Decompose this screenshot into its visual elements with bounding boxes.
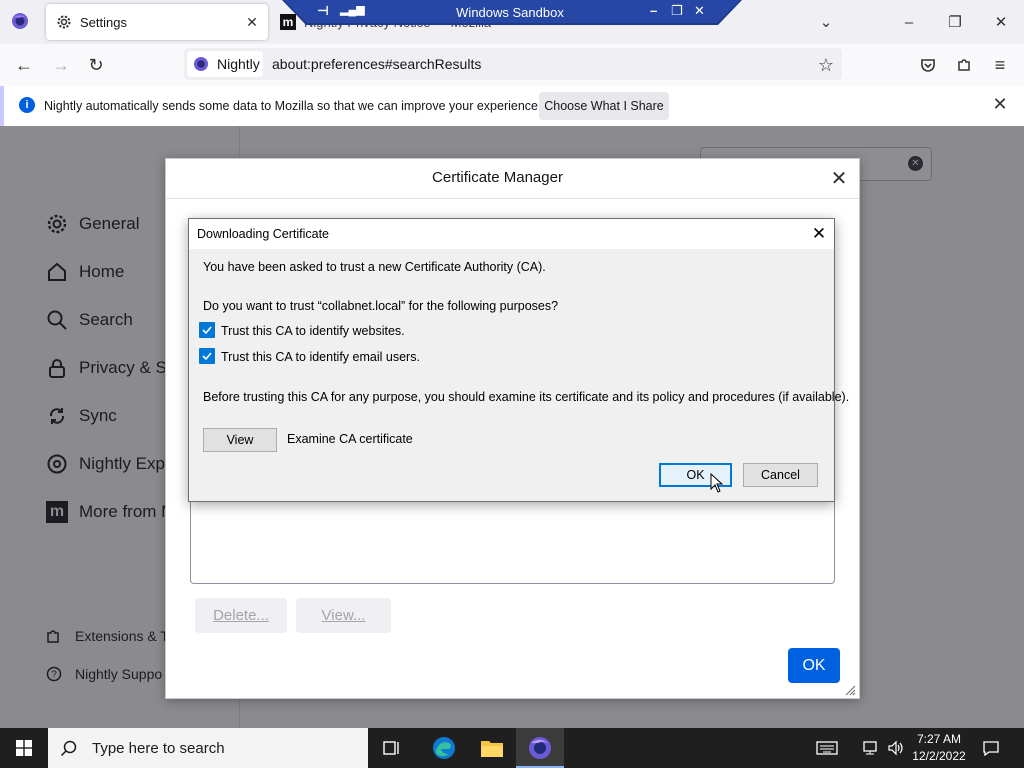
puzzle-icon [45,627,63,645]
back-icon[interactable]: ← [11,52,37,78]
sidebar-link-label: Nightly Suppo [75,666,163,682]
restore-icon[interactable]: ❐ [671,3,683,19]
sidebar-item-more-from-mozilla[interactable]: m More from M [45,498,175,526]
trust-email-label[interactable]: Trust this CA to identify email users. [221,350,420,364]
network-icon[interactable] [860,738,882,758]
pocket-icon[interactable] [915,52,941,78]
firefox-nightly-taskbar-icon[interactable] [516,728,564,768]
sidebar-item-general[interactable]: General [45,210,139,238]
sync-icon [45,404,69,428]
choose-what-i-share-button[interactable]: Choose What I Share [539,92,669,120]
sidebar-item-label: Nightly Expe [79,454,175,473]
minimize-icon[interactable]: – [650,3,657,18]
nightly-icon [193,56,209,72]
sidebar-item-sync[interactable]: Sync [45,402,117,430]
identity-label: Nightly [217,56,260,72]
extensions-puzzle-icon[interactable] [951,52,977,78]
resize-grip-icon[interactable] [844,684,856,696]
close-tab-icon[interactable]: ✕ [242,12,262,32]
search-icon [60,739,78,757]
trust-websites-label[interactable]: Trust this CA to identify websites. [221,324,405,338]
certificate-manager-close-icon[interactable]: ✕ [828,167,850,190]
restore-window-icon[interactable]: ❐ [932,10,978,34]
pin-icon[interactable]: ⊣ [317,3,329,19]
view-ca-certificate-button[interactable]: View [203,428,277,452]
sidebar-link-nightly-support[interactable]: ? Nightly Suppo [45,660,162,688]
file-explorer-icon[interactable] [468,728,516,768]
flask-icon [45,452,69,476]
task-view-icon[interactable] [368,728,416,768]
reload-icon[interactable]: ↻ [83,52,109,78]
title-divider [166,198,859,199]
search-icon [45,308,69,332]
start-button[interactable] [0,728,48,768]
minimize-window-icon[interactable]: – [886,10,932,34]
sandbox-title: Windows Sandbox [456,5,564,20]
lock-icon [45,356,69,380]
certificate-list[interactable] [190,500,835,584]
taskbar-search-placeholder: Type here to search [92,739,225,757]
bookmark-star-icon[interactable]: ☆ [813,52,839,78]
trust-websites-checkbox[interactable] [199,322,215,338]
notification-text: Nightly automatically sends some data to… [44,99,542,113]
tab-list-chevron-down-icon[interactable]: ⌄ [803,10,849,34]
clock-time: 7:27 AM [916,732,962,746]
sidebar-item-search[interactable]: Search [45,306,133,334]
svg-text:?: ? [51,670,57,681]
sidebar-link-label: Extensions & T [75,628,169,644]
gear-icon [45,212,69,236]
close-window-icon[interactable]: ✕ [978,10,1024,34]
forward-icon[interactable]: → [48,52,74,78]
notifications-icon[interactable] [980,738,1002,758]
dialog-title: Downloading Certificate [197,227,330,241]
view-certificate-button[interactable]: View... [296,598,391,633]
tab-label: Settings [80,14,127,30]
sidebar-item-home[interactable]: Home [45,258,124,286]
sidebar-item-label: More from M [79,502,176,521]
firefox-nightly-icon[interactable] [11,12,29,30]
trust-email-checkbox[interactable] [199,348,215,364]
sidebar-item-label: Sync [79,406,117,425]
clear-search-icon[interactable]: ✕ [908,156,923,171]
keyboard-icon[interactable] [815,738,839,758]
certificate-manager-ok-button[interactable]: OK [788,648,840,683]
help-icon: ? [45,665,63,683]
examine-ca-certificate-label: Examine CA certificate [287,432,413,446]
sidebar-item-label: Search [79,310,133,329]
dialog-intro-text: You have been asked to trust a new Certi… [203,260,546,274]
tab-settings[interactable]: Settings ✕ [46,4,268,40]
delete-certificate-button[interactable]: Delete... [195,598,287,633]
url-text[interactable]: about:preferences#searchResults [272,56,481,72]
sidebar-link-extensions-themes[interactable]: Extensions & T [45,622,169,650]
sidebar-item-privacy[interactable]: Privacy & Se [45,354,176,382]
certificate-manager-title: Certificate Manager [432,169,563,186]
dialog-close-icon[interactable]: ✕ [808,223,830,245]
sidebar-item-nightly-experiments[interactable]: Nightly Expe [45,450,174,478]
menu-hamburger-icon[interactable]: ≡ [987,52,1013,78]
taskbar-search-box[interactable]: Type here to search [48,728,368,768]
dialog-question-text: Do you want to trust “collabnet.local” f… [203,299,559,313]
sidebar-item-label: Privacy & Se [79,358,177,377]
close-icon[interactable]: ✕ [694,3,705,19]
identity-box[interactable]: Nightly [187,51,263,77]
notification-close-icon[interactable]: ✕ [990,94,1010,114]
info-icon: i [19,97,35,113]
gear-icon [56,14,72,30]
signal-icon: ▂▄▆ [340,4,365,16]
mouse-cursor-icon [710,473,724,493]
sidebar-item-label: General [79,214,140,233]
system-clock[interactable]: 7:27 AM 12/2/2022 [900,731,978,765]
mozilla-icon: m [45,500,69,524]
edge-icon[interactable] [420,728,468,768]
dialog-advice-text: Before trusting this CA for any purpose,… [203,390,850,404]
home-icon [45,260,69,284]
dialog-cancel-button[interactable]: Cancel [743,463,818,487]
clock-date: 12/2/2022 [912,749,966,763]
sidebar-item-label: Home [79,262,125,281]
